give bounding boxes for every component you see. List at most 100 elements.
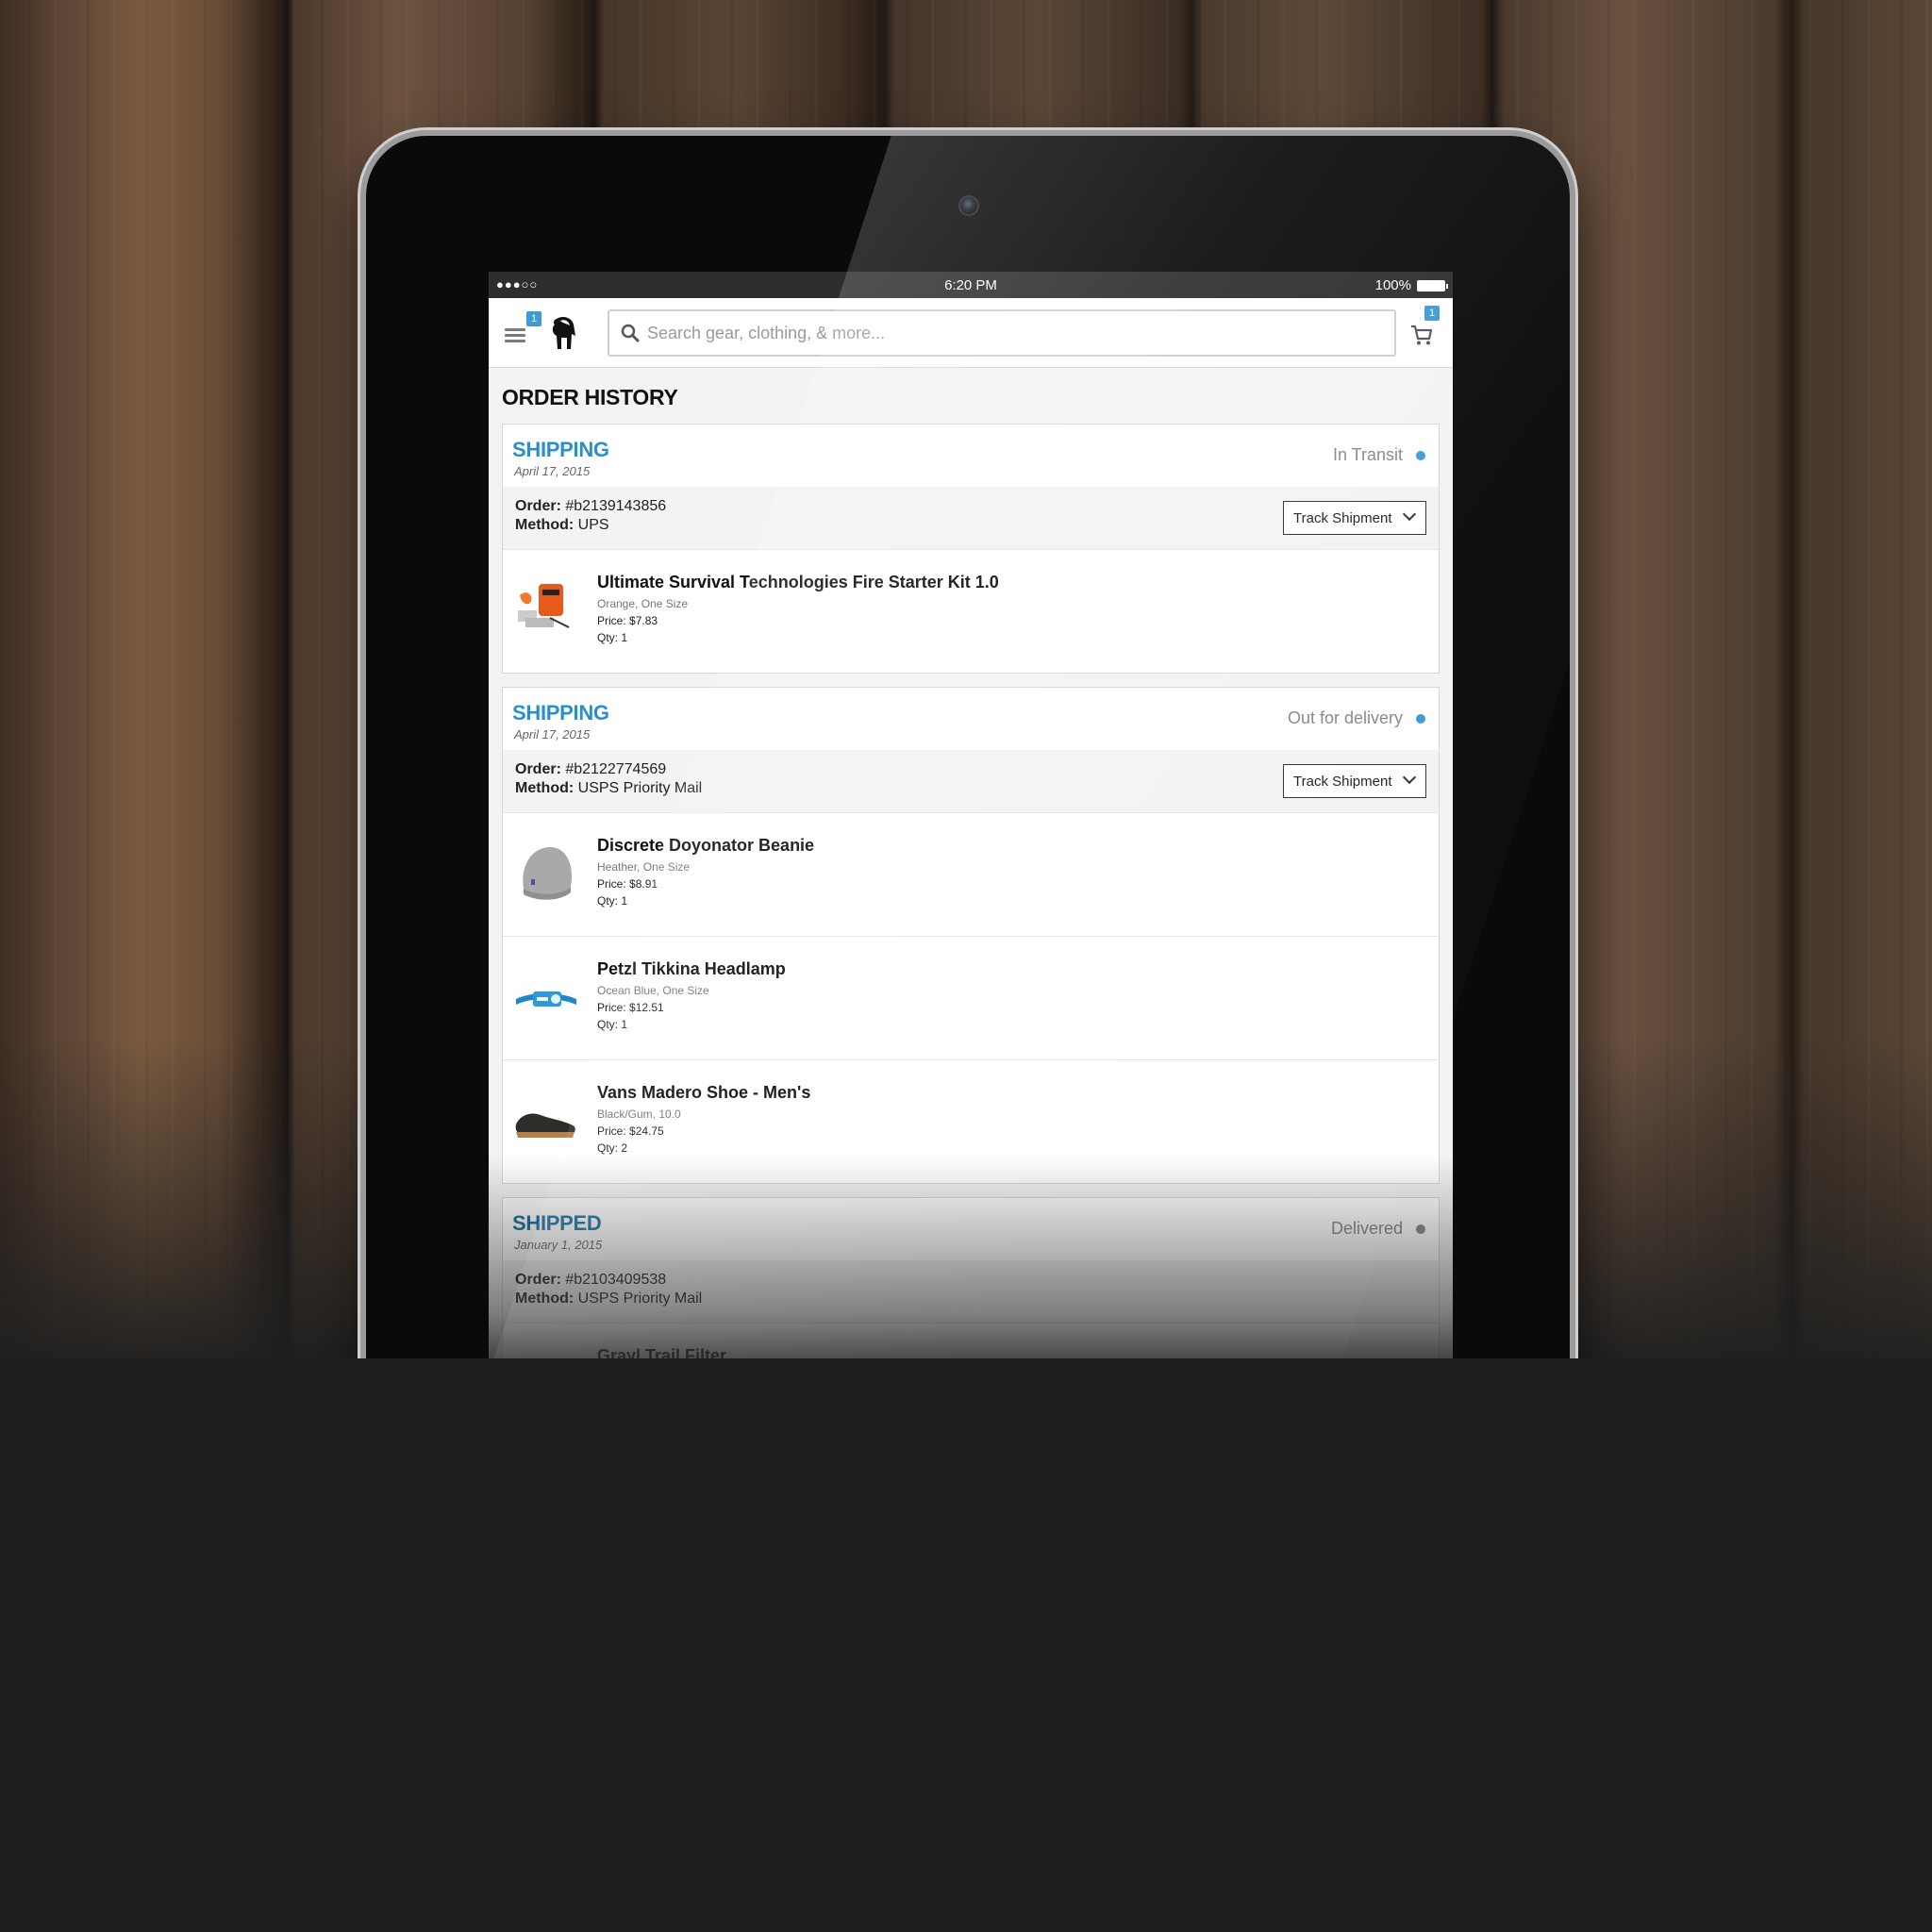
qty-label: Qty: [597, 1141, 619, 1155]
item-name: Discrete Doyonator Beanie [597, 836, 815, 855]
order-date: April 17, 2015 [514, 464, 591, 478]
item-price: Price: $7.83 [597, 612, 999, 629]
item-info: Vans Madero Shoe - Men's Black/Gum, 10.0… [597, 1083, 810, 1157]
price-label: Price: [597, 877, 626, 891]
item-qty-value: 2 [621, 1141, 628, 1155]
status-dot-icon [1416, 1224, 1425, 1234]
status-dot-icon [1416, 450, 1425, 460]
item-price-value: $8.91 [629, 877, 658, 891]
status-bar: ●●●○○ 6:20 PM 100% [489, 272, 1453, 298]
item-qty: Qty: 1 [597, 1016, 786, 1033]
item-qty-value: 1 [621, 631, 628, 644]
order-meta: Order: #b2122774569 Method: USPS Priorit… [503, 750, 1439, 812]
item-info: Petzl Tikkina Headlamp Ocean Blue, One S… [597, 959, 786, 1033]
shipping-method: USPS Priority Mail [577, 1291, 703, 1307]
qty-label: Qty: [597, 1018, 619, 1031]
order-history-content: ORDER HISTORY SHIPPING April 17, 2015 In… [489, 368, 1453, 1447]
item-variant: Ocean Blue, One Size [597, 984, 709, 997]
price-label: Price: [597, 614, 626, 627]
item-qty-value: 1 [621, 1018, 628, 1031]
track-shipment-label: Track Shipment [1293, 509, 1392, 526]
shipping-method: UPS [577, 517, 609, 533]
order-number: #b2103409538 [565, 1272, 667, 1288]
order-item[interactable]: Vans Madero Shoe - Men's Black/Gum, 10.0… [503, 1059, 1439, 1183]
clock: 6:20 PM [944, 277, 997, 293]
battery-percent: 100% [1374, 277, 1411, 293]
bottom-backdrop [0, 1358, 1932, 1932]
order-status: Delivered [1331, 1219, 1425, 1239]
order-meta: Order: #b2103409538 Method: USPS Priorit… [503, 1260, 1439, 1323]
chevron-down-icon [1402, 770, 1417, 785]
order-label: Order: [515, 498, 561, 514]
item-info: Discrete Doyonator Beanie Heather, One S… [597, 836, 814, 909]
item-qty-value: 1 [621, 894, 628, 908]
item-qty: Qty: 1 [597, 629, 999, 646]
item-price: Price: $12.51 [597, 999, 786, 1016]
cart-badge: 1 [1424, 306, 1440, 321]
status-dot-icon [1416, 713, 1425, 724]
menu-icon[interactable] [505, 328, 525, 343]
item-variant: Black/Gum, 10.0 [597, 1108, 681, 1121]
order-header: SHIPPING April 17, 2015 In Transit [503, 425, 1439, 487]
order-date: April 17, 2015 [514, 727, 591, 741]
headlamp-image [516, 991, 576, 1007]
battery-indicator: 100% [1374, 277, 1448, 293]
order-label: Order: [515, 1272, 561, 1288]
app-header: 1 1 [489, 298, 1453, 368]
tablet-frame: ●●●○○ 6:20 PM 100% 1 Search gear, clothi… [360, 130, 1575, 1545]
shipping-method: USPS Priority Mail [577, 780, 703, 796]
order-item[interactable]: Ultimate Survival Technologies Fire Star… [503, 549, 1439, 673]
order-item[interactable]: Petzl Tikkina Headlamp Ocean Blue, One S… [503, 936, 1439, 1059]
item-variant: Heather, One Size [597, 860, 691, 874]
order-number: #b2122774569 [565, 761, 667, 777]
method-label: Method: [515, 1291, 575, 1307]
item-qty: Qty: 1 [597, 892, 814, 909]
order-status: In Transit [1333, 445, 1425, 465]
search-bar[interactable] [608, 309, 1396, 357]
track-shipment-label: Track Shipment [1293, 773, 1392, 790]
battery-icon [1417, 279, 1448, 291]
order-card: SHIPPING April 17, 2015 In Transit Order… [502, 424, 1440, 674]
item-price: Price: $24.75 [597, 1123, 810, 1140]
fire-starter-kit-image [518, 584, 570, 628]
track-shipment-button[interactable]: Track Shipment [1283, 501, 1426, 535]
item-price-value: $7.83 [629, 614, 658, 627]
scene: ●●●○○ 6:20 PM 100% 1 Search gear, clothi… [0, 0, 1932, 1932]
order-status-text: Out for delivery [1287, 708, 1403, 727]
order-number: #b2139143856 [565, 498, 667, 514]
method-label: Method: [515, 517, 575, 533]
order-label: Order: [515, 761, 561, 777]
item-price-value: $24.75 [629, 1124, 664, 1138]
page-title: ORDER HISTORY [502, 385, 678, 409]
menu-badge: 1 [526, 311, 541, 326]
item-variant: Orange, One Size [597, 597, 689, 610]
order-header: SHIPPED January 1, 2015 Delivered [503, 1198, 1439, 1260]
beanie-image [523, 847, 573, 900]
qty-label: Qty: [597, 631, 619, 644]
shoe-image [515, 1113, 575, 1138]
order-status-text: In Transit [1332, 445, 1403, 464]
camera-icon [958, 195, 979, 216]
order-item[interactable]: Discrete Doyonator Beanie Heather, One S… [503, 812, 1439, 936]
item-price: Price: $8.91 [597, 875, 814, 892]
chevron-down-icon [1402, 507, 1417, 522]
price-label: Price: [597, 1124, 626, 1138]
item-name: Petzl Tikkina Headlamp [597, 959, 786, 978]
item-price-value: $12.51 [629, 1001, 664, 1014]
track-shipment-button[interactable]: Track Shipment [1283, 764, 1426, 798]
cart-icon[interactable] [1409, 323, 1434, 347]
order-header: SHIPPING April 17, 2015 Out for delivery [503, 688, 1439, 750]
order-status: Out for delivery [1288, 708, 1425, 728]
search-input[interactable] [647, 311, 1383, 355]
item-name: Vans Madero Shoe - Men's [597, 1083, 811, 1102]
price-label: Price: [597, 1001, 626, 1014]
search-icon [621, 324, 640, 342]
goat-logo-icon[interactable] [547, 315, 579, 353]
qty-label: Qty: [597, 894, 619, 908]
tablet-screen: ●●●○○ 6:20 PM 100% 1 Search gear, clothi… [489, 272, 1453, 1498]
order-card: SHIPPING April 17, 2015 Out for delivery… [502, 687, 1440, 1184]
order-status-text: Delivered [1330, 1219, 1403, 1238]
order-meta: Order: #b2139143856 Method: UPS Track Sh… [503, 487, 1439, 549]
method-label: Method: [515, 780, 575, 796]
order-state: SHIPPING [512, 438, 609, 461]
